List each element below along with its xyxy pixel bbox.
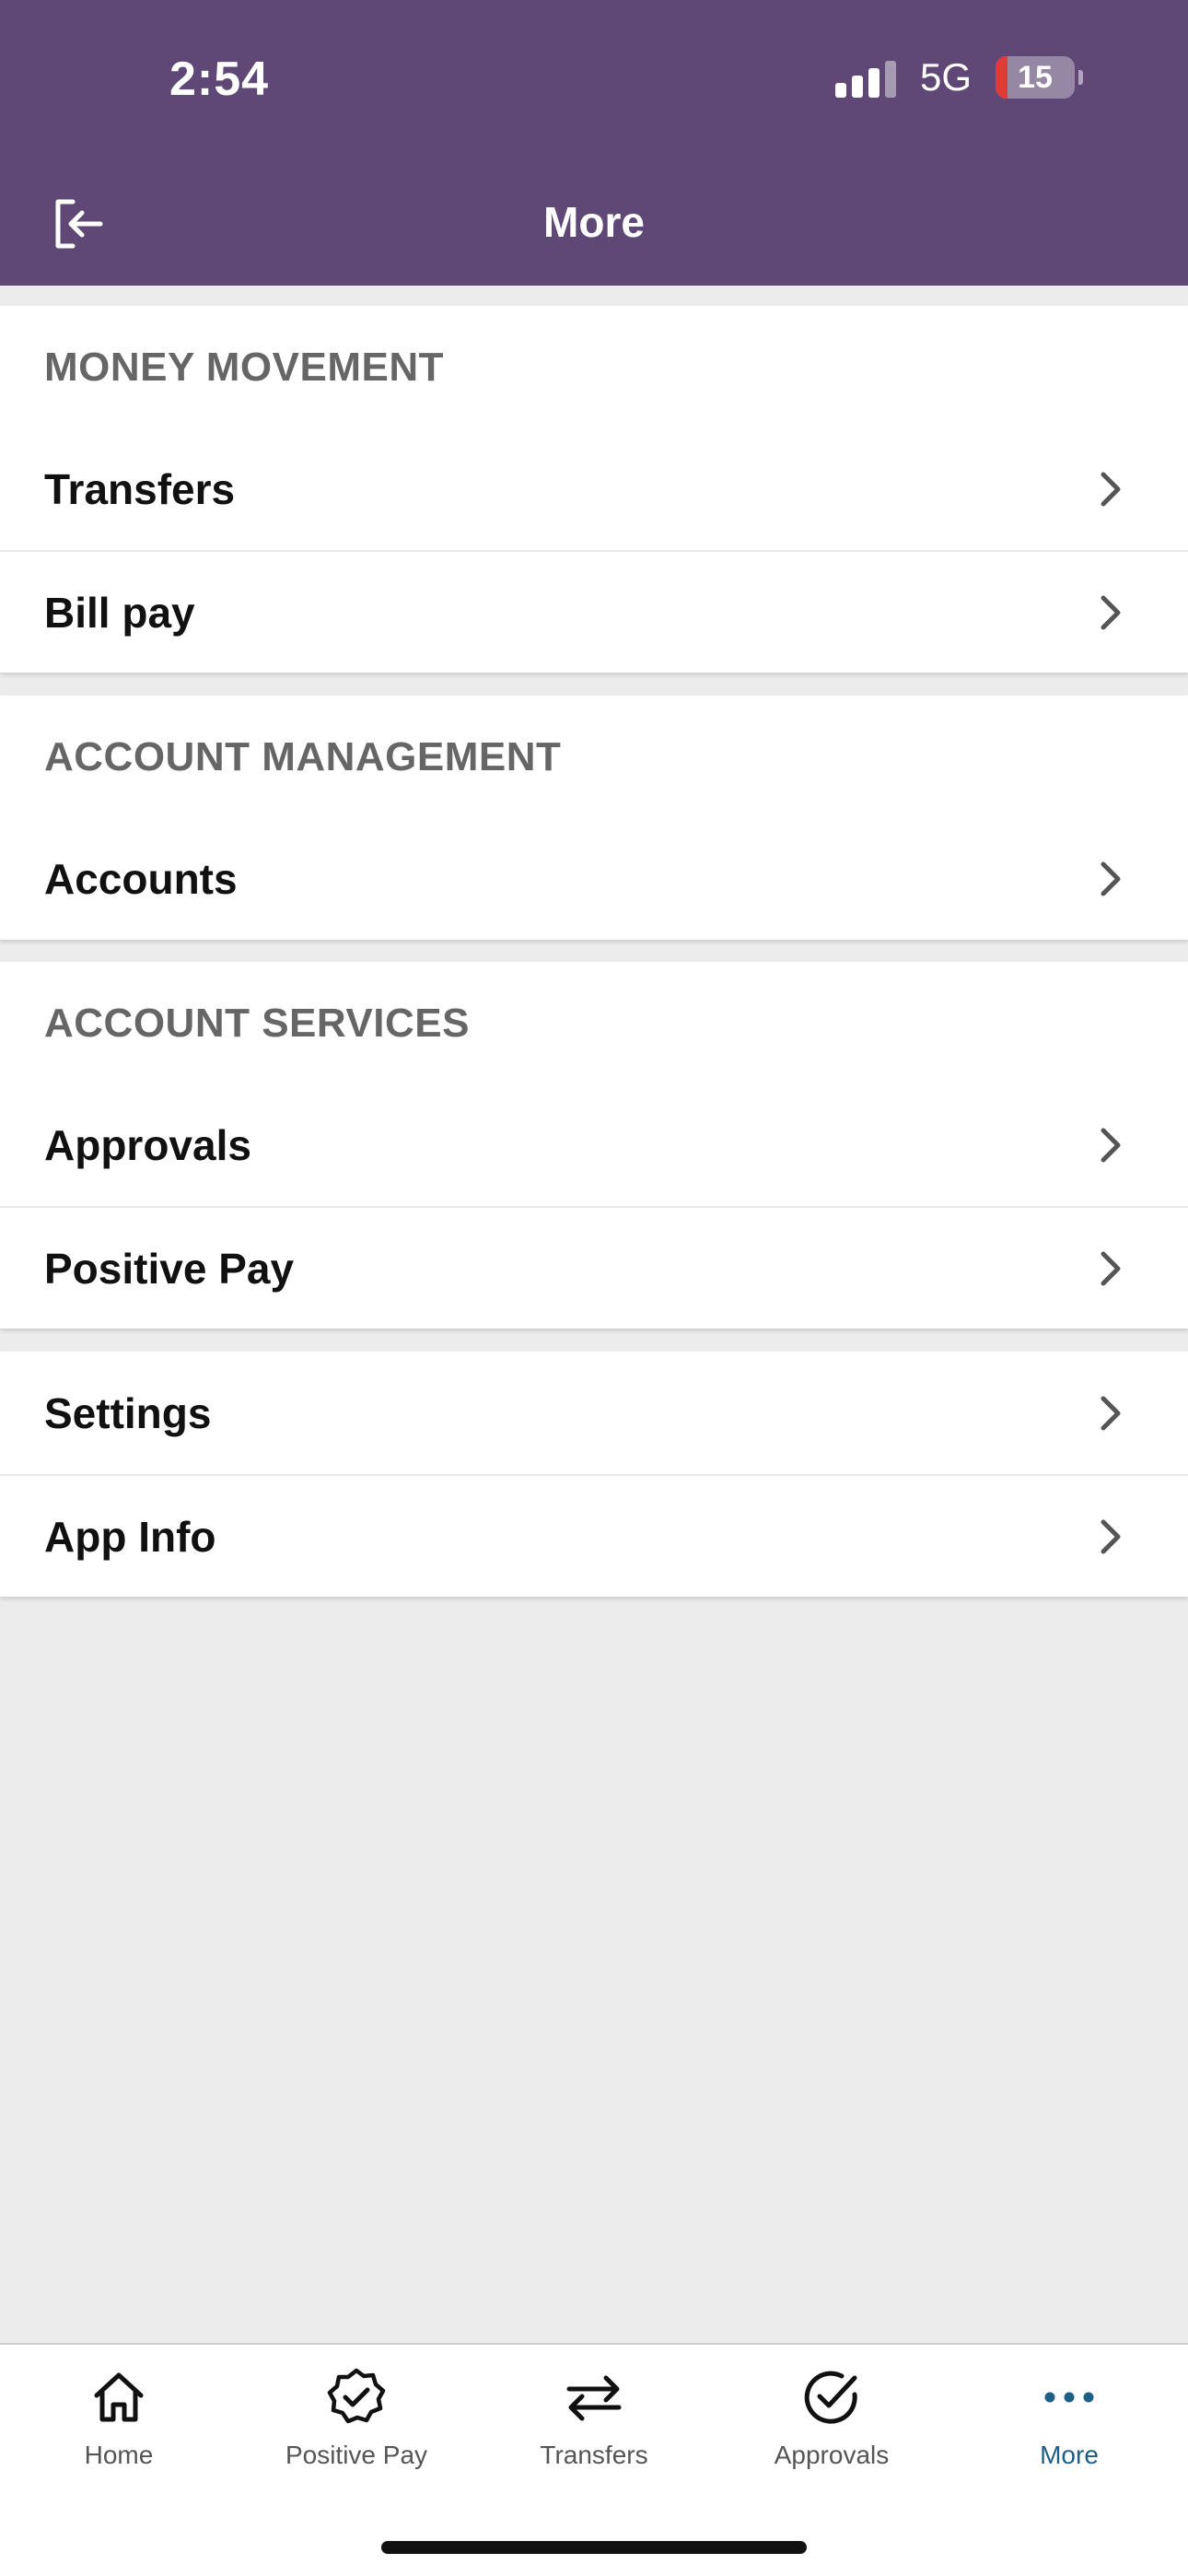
- chevron-right-icon: [1101, 1396, 1121, 1430]
- chevron-right-icon: [1101, 1519, 1121, 1553]
- status-time: 2:54: [169, 53, 270, 106]
- section-title: ACCOUNT MANAGEMENT: [44, 734, 562, 779]
- menu-item-label: Positive Pay: [44, 1244, 295, 1293]
- chevron-right-icon: [1101, 595, 1121, 629]
- tab-more[interactable]: More: [950, 2365, 1188, 2470]
- tab-label: Transfers: [540, 2441, 648, 2469]
- tab-label: Approvals: [774, 2441, 890, 2469]
- menu-item-accounts[interactable]: Accounts: [0, 817, 1188, 940]
- menu-item-label: Bill pay: [44, 588, 195, 637]
- menu-item-settings[interactable]: Settings: [0, 1352, 1188, 1474]
- chevron-right-icon: [1101, 472, 1121, 506]
- menu-item-app-info[interactable]: App Info: [0, 1474, 1188, 1597]
- page-title: More: [543, 198, 645, 246]
- menu-item-label: Transfers: [44, 464, 236, 513]
- section-general: Settings App Info: [0, 1352, 1188, 1597]
- tab-label: More: [1040, 2441, 1099, 2469]
- circle-check-icon: [804, 2371, 857, 2424]
- chevron-right-icon: [1101, 861, 1121, 896]
- tab-home[interactable]: Home: [0, 2365, 238, 2470]
- menu-item-label: Settings: [44, 1388, 212, 1437]
- signal-icon: [834, 57, 896, 98]
- section-account-management: ACCOUNT MANAGEMENT Accounts: [0, 696, 1188, 940]
- tab-approvals[interactable]: Approvals: [713, 2365, 950, 2470]
- tab-label: Positive Pay: [285, 2441, 428, 2469]
- home-indicator: [381, 2541, 807, 2554]
- menu-item-label: App Info: [44, 1512, 216, 1561]
- tab-positive-pay[interactable]: Positive Pay: [238, 2365, 475, 2470]
- app-header: 2:54 5G 15 More: [0, 0, 1188, 286]
- menu-item-label: Approvals: [44, 1120, 251, 1169]
- battery-level: 15: [1018, 59, 1053, 95]
- tab-label: Home: [84, 2441, 154, 2469]
- more-screen: 2:54 5G 15 More MONEY MOVEMENT Transfers…: [0, 0, 1188, 2576]
- section-account-services: ACCOUNT SERVICES Approvals Positive Pay: [0, 962, 1188, 1329]
- section-title: ACCOUNT SERVICES: [44, 1001, 470, 1046]
- chevron-right-icon: [1101, 1128, 1121, 1162]
- menu-item-positive-pay[interactable]: Positive Pay: [0, 1206, 1188, 1329]
- menu-item-label: Accounts: [44, 854, 238, 903]
- menu-item-transfers[interactable]: Transfers: [0, 427, 1188, 550]
- menu-item-bill-pay[interactable]: Bill pay: [0, 550, 1188, 673]
- home-icon: [94, 2372, 144, 2422]
- badge-check-icon: [327, 2368, 386, 2424]
- status-indicators: 5G 15: [834, 55, 1083, 100]
- battery-icon: 15: [996, 56, 1075, 99]
- more-dots-icon: [1044, 2392, 1094, 2403]
- section-money-movement: MONEY MOVEMENT Transfers Bill pay: [0, 306, 1188, 673]
- tab-transfers[interactable]: Transfers: [475, 2365, 713, 2470]
- menu-item-approvals[interactable]: Approvals: [0, 1083, 1188, 1206]
- transfer-arrows-icon: [566, 2375, 622, 2421]
- chevron-right-icon: [1101, 1251, 1121, 1285]
- network-type: 5G: [919, 55, 972, 99]
- section-title: MONEY MOVEMENT: [44, 345, 445, 390]
